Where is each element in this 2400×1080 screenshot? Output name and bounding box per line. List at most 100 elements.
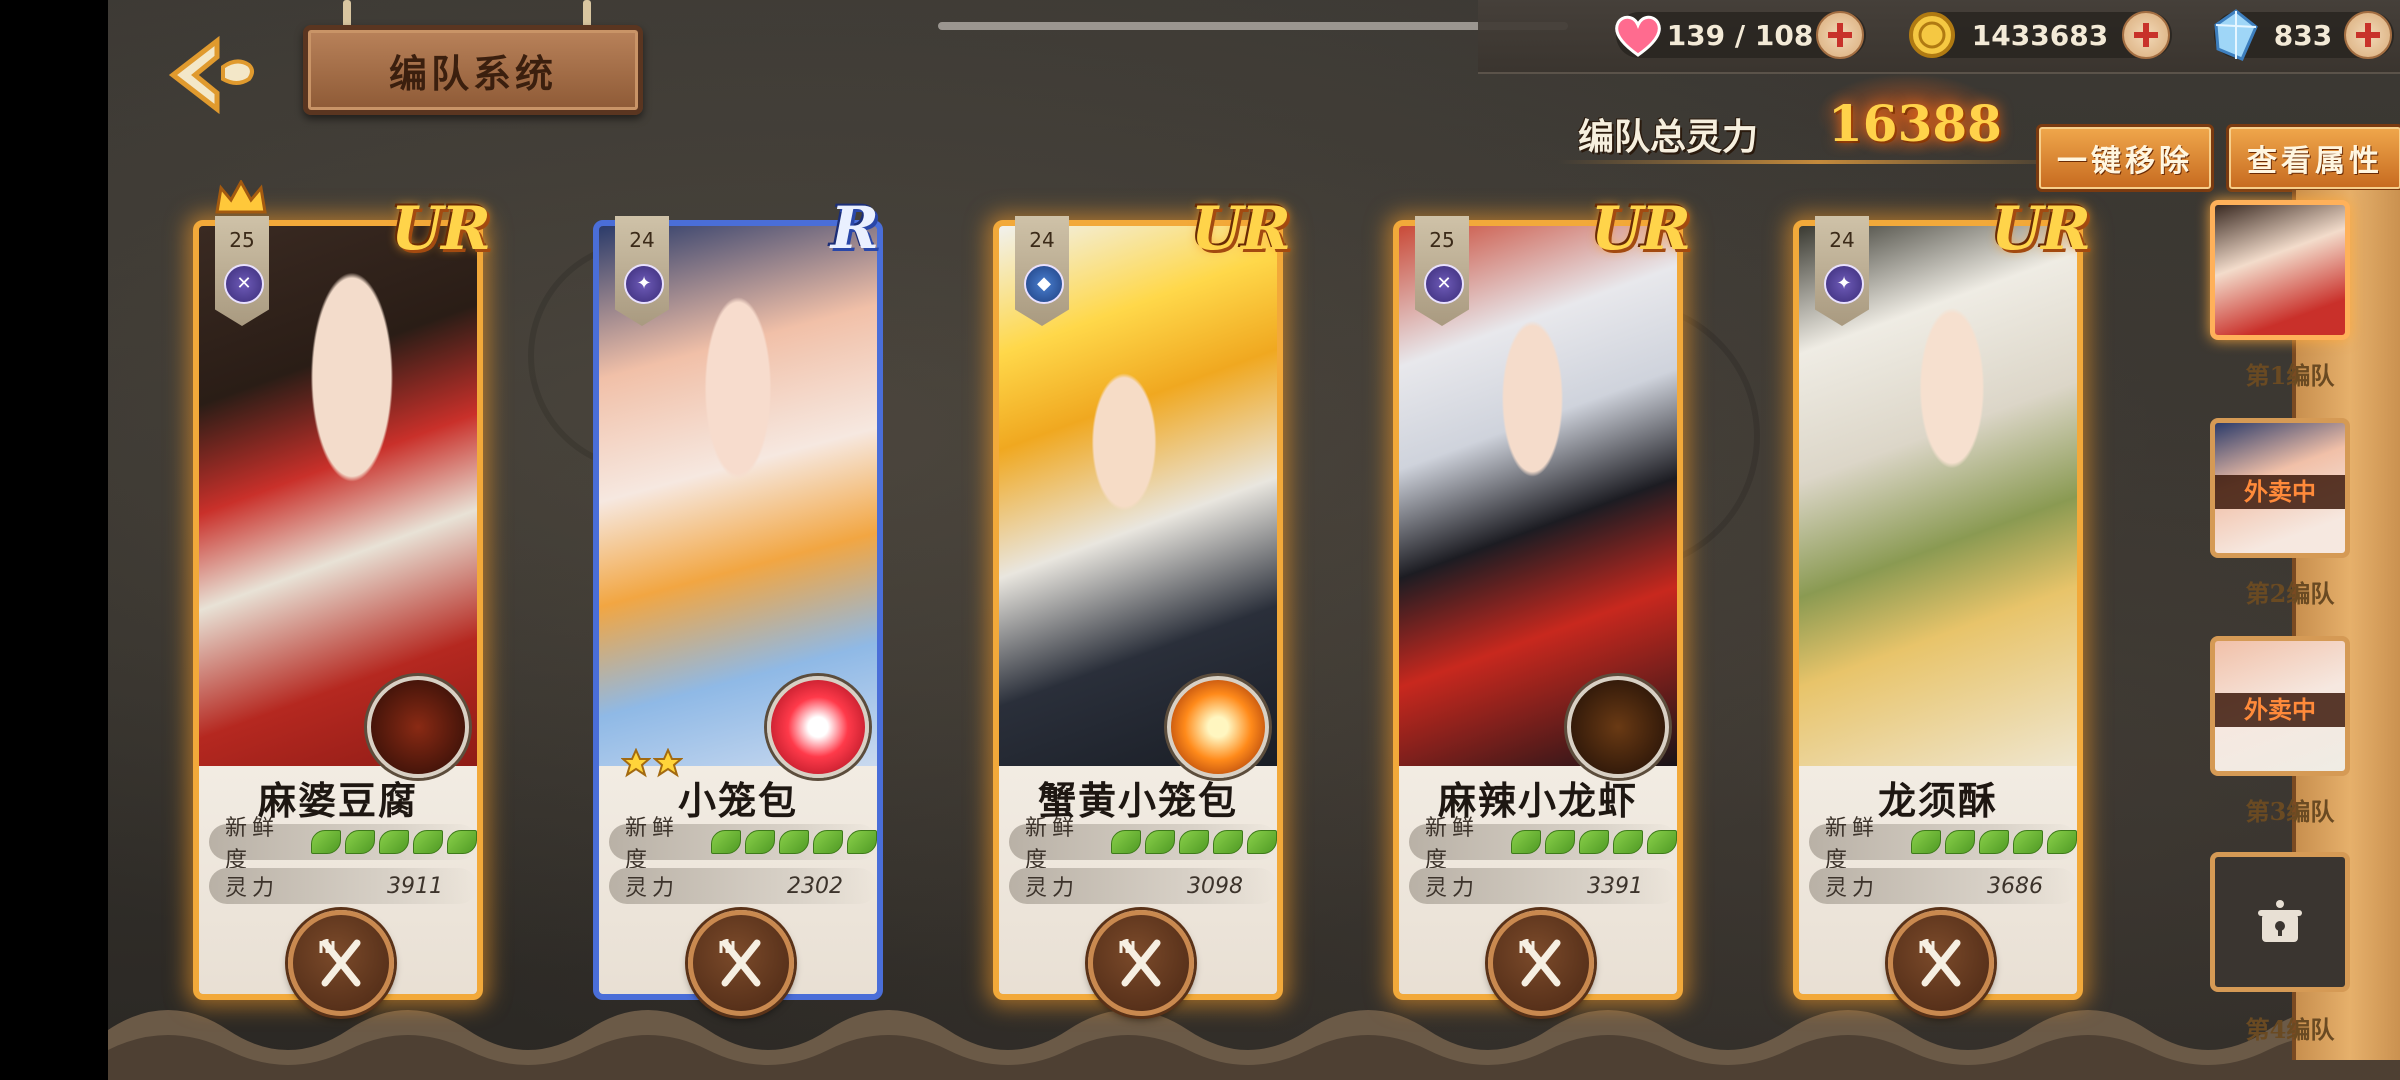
level-badge: 24 ◆ xyxy=(1015,216,1069,326)
leaf-icon xyxy=(345,830,375,854)
level-badge: 24 ✦ xyxy=(615,216,669,326)
freshness-label: 新鲜度 xyxy=(225,816,280,873)
team-2-tab[interactable]: 外卖中 xyxy=(2210,418,2350,558)
leaf-icon xyxy=(1111,830,1141,854)
rarity-badge: UR xyxy=(1590,194,1691,264)
top-indicator xyxy=(938,22,1568,30)
remove-all-button[interactable]: 一键移除 xyxy=(2036,124,2214,192)
spirit-value: 3391 xyxy=(1587,873,1643,899)
skill-icon xyxy=(367,676,469,778)
freshness-leaves xyxy=(1511,830,1677,854)
rarity-badge: R xyxy=(830,194,879,262)
character-card-1[interactable]: 麻婆豆腐 新鲜度 灵力 3911 25 ✕ UR xyxy=(193,180,491,1016)
freshness-label: 新鲜度 xyxy=(625,816,680,873)
crystal-resource: 833 xyxy=(2214,9,2394,61)
total-power-label: 编队总灵力 xyxy=(1578,116,1759,158)
character-card-3[interactable]: 蟹黄小笼包 新鲜度 灵力 3098 24 ◆ UR xyxy=(993,194,1291,1016)
card-frame: 龙须酥 新鲜度 灵力 3686 xyxy=(1793,220,2083,1000)
feed-button[interactable] xyxy=(1888,910,1994,1016)
crystal-icon xyxy=(2210,9,2262,61)
feed-button[interactable] xyxy=(288,910,394,1016)
level-value: 24 xyxy=(1829,228,1855,252)
feed-button[interactable] xyxy=(688,910,794,1016)
gold-coin-icon xyxy=(1906,9,1958,61)
freshness-label: 新鲜度 xyxy=(1825,816,1880,873)
card-frame: 小笼包 新鲜度 灵力 2302 xyxy=(593,220,883,1000)
spirit-label: 灵力 xyxy=(1825,876,1880,901)
element-icon: ✕ xyxy=(1424,264,1464,304)
spirit-label: 灵力 xyxy=(1425,876,1480,901)
spirit-label: 灵力 xyxy=(225,876,280,901)
character-card-5[interactable]: 龙须酥 新鲜度 灵力 3686 24 ✦ UR xyxy=(1793,194,2091,1016)
skill-icon xyxy=(1567,676,1669,778)
feed-button[interactable] xyxy=(1488,910,1594,1016)
leader-crown-icon xyxy=(215,180,267,214)
freshness-row: 新鲜度 xyxy=(209,816,477,873)
card-frame: 麻辣小龙虾 新鲜度 灵力 3391 xyxy=(1393,220,1683,1000)
fork-knife-icon xyxy=(319,939,361,987)
back-button[interactable] xyxy=(158,30,268,120)
back-arrow-icon xyxy=(168,35,254,115)
view-attributes-button[interactable]: 查看属性 xyxy=(2226,124,2400,192)
skill-icon xyxy=(767,676,869,778)
leaf-icon xyxy=(311,830,341,854)
fork-knife-icon xyxy=(719,939,761,987)
add-gold-button[interactable] xyxy=(2122,11,2170,59)
leaf-icon xyxy=(711,830,741,854)
add-crystal-button[interactable] xyxy=(2344,11,2392,59)
spirit-row: 灵力 3911 xyxy=(209,868,477,904)
skill-icon xyxy=(1167,676,1269,778)
leaf-icon xyxy=(1945,830,1975,854)
leaf-icon xyxy=(1511,830,1541,854)
level-badge: 24 ✦ xyxy=(1815,216,1869,326)
locked-pot-icon xyxy=(2258,900,2302,942)
spirit-row: 灵力 2302 xyxy=(609,868,877,904)
element-icon: ✕ xyxy=(224,264,264,304)
team-4-tab[interactable] xyxy=(2210,852,2350,992)
level-value: 25 xyxy=(1429,228,1455,252)
card-frame: 麻婆豆腐 新鲜度 灵力 3911 xyxy=(193,220,483,1000)
leaf-icon xyxy=(1247,830,1277,854)
heart-icon xyxy=(1612,9,1664,61)
leaf-icon xyxy=(1545,830,1575,854)
gold-value: 1433683 xyxy=(1971,18,2109,52)
character-card-4[interactable]: 麻辣小龙虾 新鲜度 灵力 3391 25 ✕ UR xyxy=(1393,194,1691,1016)
team-1-label: 第1编队 xyxy=(2245,361,2335,390)
freshness-row: 新鲜度 xyxy=(1809,816,2077,873)
card-frame: 蟹黄小笼包 新鲜度 灵力 3098 xyxy=(993,220,1283,1000)
feed-button[interactable] xyxy=(1088,910,1194,1016)
level-value: 24 xyxy=(1029,228,1055,252)
leaf-icon xyxy=(1647,830,1677,854)
leaf-icon xyxy=(1213,830,1243,854)
level-badge: 25 ✕ xyxy=(215,216,269,326)
leaf-icon xyxy=(2047,830,2077,854)
leaf-icon xyxy=(413,830,443,854)
spirit-row: 灵力 3686 xyxy=(1809,868,2077,904)
freshness-row: 新鲜度 xyxy=(1409,816,1677,873)
character-card-2[interactable]: 小笼包 新鲜度 灵力 2302 24 ✦ R xyxy=(593,194,883,1016)
level-badge: 25 ✕ xyxy=(1415,216,1469,326)
team-3-label: 第3编队 xyxy=(2245,797,2335,826)
delivery-status-badge: 外卖中 xyxy=(2215,693,2345,727)
leaf-icon xyxy=(447,830,477,854)
team-3-tab[interactable]: 外卖中 xyxy=(2210,636,2350,776)
rarity-badge: UR xyxy=(1190,194,1291,264)
team-2-label: 第2编队 xyxy=(2245,579,2335,608)
crystal-value: 833 xyxy=(2273,18,2333,52)
page-title: 编队系统 xyxy=(303,25,643,115)
game-screen: 编队系统 139 / 108 1433683 833 编队总灵力 16388 一… xyxy=(108,0,2400,1080)
spirit-value: 3686 xyxy=(1987,873,2043,899)
resource-bar: 139 / 108 1433683 833 xyxy=(1478,0,2400,74)
add-stamina-button[interactable] xyxy=(1816,11,1864,59)
rarity-badge: UR xyxy=(390,194,491,264)
leaf-icon xyxy=(1911,830,1941,854)
leaf-icon xyxy=(1579,830,1609,854)
rarity-badge: UR xyxy=(1990,194,2091,264)
team-1-tab[interactable] xyxy=(2210,200,2350,340)
freshness-leaves xyxy=(311,830,477,854)
spirit-row: 灵力 3391 xyxy=(1409,868,1677,904)
leaf-icon xyxy=(1145,830,1175,854)
fork-knife-icon xyxy=(1919,939,1961,987)
spirit-label: 灵力 xyxy=(625,876,680,901)
leaf-icon xyxy=(813,830,843,854)
